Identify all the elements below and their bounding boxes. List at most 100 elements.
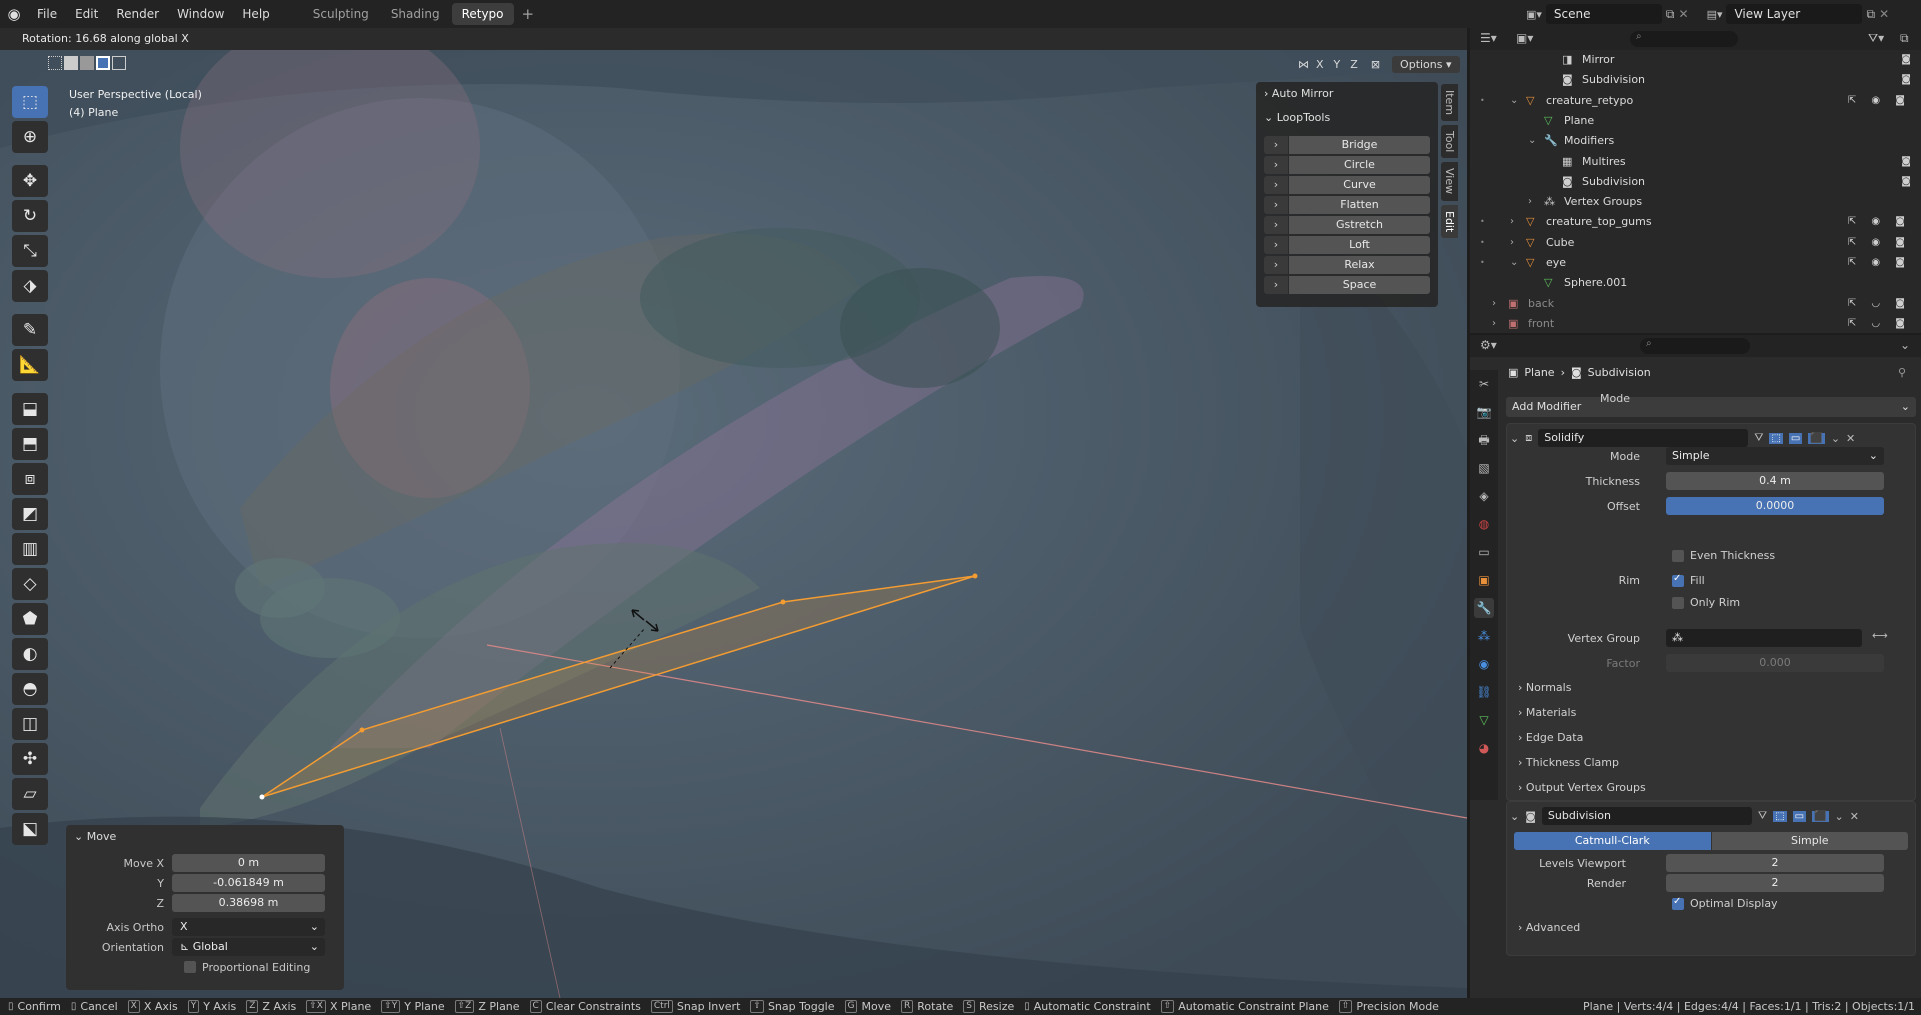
viewport-toggle-icon[interactable]: ▭ (1792, 810, 1807, 822)
outliner-item[interactable]: ◨ Mirror ◙ (1470, 50, 1921, 70)
spin-tool-icon[interactable]: ◐ (12, 638, 48, 670)
bridge-button[interactable]: Bridge (1289, 136, 1430, 154)
relax-button[interactable]: Relax (1289, 256, 1430, 274)
collapse-arrow-icon[interactable]: ⌄ (1510, 810, 1519, 823)
cage-toggle-icon[interactable]: ⬚ (1773, 810, 1787, 822)
visibility-toggles[interactable]: ⇱ ◉ ◙ (1848, 233, 1911, 253)
loft-button[interactable]: Loft (1289, 236, 1430, 254)
menu-edit[interactable]: Edit (66, 0, 107, 28)
copy-view-layer-icon[interactable]: ⧉ (1866, 7, 1875, 22)
mode-select[interactable]: Simple ⌄ (1666, 447, 1884, 465)
pin-icon[interactable]: ⚲ (1898, 366, 1906, 379)
collection-properties-icon[interactable]: ▭ (1474, 542, 1494, 562)
expand-arrow-icon[interactable]: › (1264, 156, 1288, 174)
menu-render[interactable]: Render (107, 0, 168, 28)
viewport-toggle-icon[interactable]: ▭ (1788, 432, 1803, 444)
menu-file[interactable]: File (28, 0, 66, 28)
knife-tool-icon[interactable]: ◇ (12, 568, 48, 600)
proportional-checkbox[interactable] (184, 961, 196, 973)
menu-window[interactable]: Window (168, 0, 233, 28)
gstretch-button[interactable]: Gstretch (1289, 216, 1430, 234)
expand-arrow-icon[interactable]: › (1264, 256, 1288, 274)
render-levels-field[interactable]: 2 (1666, 874, 1884, 892)
levels-viewport-field[interactable]: 2 (1666, 854, 1884, 872)
rip-tool-icon[interactable]: ⬕ (12, 813, 48, 845)
extrude-tool-icon[interactable]: ⬒ (12, 428, 48, 460)
render-properties-icon[interactable]: 📷 (1474, 402, 1494, 422)
data-properties-icon[interactable]: ▽ (1474, 710, 1494, 730)
properties-search-input[interactable]: ⌕ (1640, 338, 1750, 354)
solidify-subpanel-edge-data[interactable]: › Edge Data (1518, 731, 1583, 744)
move-y-field[interactable]: -0.061849 m (172, 874, 325, 892)
expand-arrow-icon[interactable]: › (1264, 236, 1288, 254)
render-toggle-icon[interactable]: ◙ (1901, 172, 1911, 192)
workspace-tab-sculpting[interactable]: Sculpting (303, 3, 379, 25)
bevel-tool-icon[interactable]: ◩ (12, 498, 48, 530)
workspace-tab-retypo[interactable]: Retypo (451, 3, 514, 25)
visibility-toggles[interactable]: ⇱ ◡ ◙ (1848, 294, 1911, 314)
chevron-right-icon[interactable]: › (1510, 212, 1514, 232)
simple-button[interactable]: Simple (1711, 832, 1908, 850)
options-dropdown[interactable]: Options ▾ (1392, 56, 1460, 73)
catmull-clark-button[interactable]: Catmull-Clark (1514, 832, 1711, 850)
thickness-field[interactable]: 0.4 m (1666, 472, 1884, 490)
world-properties-icon[interactable]: ◍ (1474, 514, 1494, 534)
space-button[interactable]: Space (1289, 276, 1430, 294)
outliner-item[interactable]: ◙ Subdivision ◙ (1470, 172, 1921, 192)
constraints-properties-icon[interactable]: ⛓ (1474, 682, 1494, 702)
select-new-icon[interactable] (48, 56, 62, 70)
visibility-toggles[interactable]: ⇱ ◉ ◙ (1848, 212, 1911, 232)
outliner-item[interactable]: ⌄ ▽ creature_retypo ⇱ ◉ ◙ • (1470, 91, 1921, 111)
expand-arrow-icon[interactable]: › (1264, 136, 1288, 154)
outliner-item[interactable]: › ▽ creature_top_gums ⇱ ◉ ◙ • (1470, 212, 1921, 232)
axis-x-toggle[interactable]: X (1313, 58, 1327, 71)
solidify-subpanel-thickness-clamp[interactable]: › Thickness Clamp (1518, 756, 1619, 769)
shear-tool-icon[interactable]: ▱ (12, 778, 48, 810)
transform-tool-icon[interactable]: ⬗ (12, 270, 48, 302)
tab-item[interactable]: Item (1441, 84, 1458, 122)
scene-properties-icon[interactable]: ◈ (1474, 486, 1494, 506)
measure-tool-icon[interactable]: 📐 (12, 349, 48, 381)
filter-icon[interactable]: ⛛▾ (1868, 31, 1884, 46)
shrink-fatten-tool-icon[interactable]: ✣ (12, 743, 48, 775)
close-scene-icon[interactable]: ✕ (1679, 7, 1689, 21)
optimal-display-checkbox[interactable] (1672, 896, 1684, 910)
tool-properties-icon[interactable]: ✂ (1474, 374, 1494, 394)
view-layer-icon[interactable]: ▤▾ (1707, 8, 1723, 21)
modifier-menu-icon[interactable]: ⌄ (1835, 810, 1844, 823)
particles-properties-icon[interactable]: ⁂ (1474, 626, 1494, 646)
outliner-item[interactable]: ◙ Subdivision ◙ (1470, 70, 1921, 90)
edit-mode-toggle-icon[interactable]: ⛛ (1754, 431, 1763, 445)
outliner-item[interactable]: ⌄ 🔧 Modifiers (1470, 131, 1921, 151)
solidify-subpanel-materials[interactable]: › Materials (1518, 706, 1576, 719)
outliner-item[interactable]: › ⁂ Vertex Groups (1470, 192, 1921, 212)
outliner-item[interactable]: › ▣ front ⇱ ◡ ◙ (1470, 314, 1921, 334)
chevron-right-icon[interactable]: › (1492, 294, 1496, 314)
modifier-properties-icon[interactable]: 🔧 (1474, 598, 1494, 618)
render-toggle-icon[interactable]: ⬛ (1808, 432, 1825, 444)
axis-y-toggle[interactable]: Y (1331, 58, 1344, 71)
blender-logo-icon[interactable]: ◉ (0, 5, 28, 23)
select-invert-icon[interactable] (96, 56, 110, 70)
offset-field[interactable]: 0.0000 (1666, 497, 1884, 515)
curve-button[interactable]: Curve (1289, 176, 1430, 194)
scale-tool-icon[interactable]: ⤡ (12, 235, 48, 267)
orientation-select[interactable]: ⊾ Global ⌄ (172, 938, 325, 956)
expand-arrow-icon[interactable]: › (1264, 196, 1288, 214)
render-toggle-icon[interactable]: ◙ (1901, 152, 1911, 172)
object-properties-icon[interactable]: ▣ (1474, 570, 1494, 590)
cursor-tool-icon[interactable]: ⊕ (12, 121, 48, 153)
add-cube-tool-icon[interactable]: ⬓ (12, 393, 48, 425)
chevron-down-icon[interactable]: ⌄ (1528, 131, 1536, 151)
workspace-tab-shading[interactable]: Shading (381, 3, 450, 25)
close-icon[interactable]: ✕ (1846, 432, 1855, 445)
tab-tool[interactable]: Tool (1441, 125, 1458, 159)
outliner-search-input[interactable]: ⌕ (1630, 31, 1738, 47)
even-thickness-checkbox[interactable] (1672, 550, 1684, 562)
editor-type-icon[interactable]: ☰▾ (1480, 31, 1497, 45)
expand-arrow-icon[interactable]: › (1264, 216, 1288, 234)
outliner-item[interactable]: ▽ Sphere.001 (1470, 273, 1921, 293)
solidify-subpanel-normals[interactable]: › Normals (1518, 681, 1571, 694)
solidify-name-field[interactable]: Solidify (1538, 429, 1749, 447)
invert-vertex-group-icon[interactable]: ⟷ (1872, 629, 1888, 642)
